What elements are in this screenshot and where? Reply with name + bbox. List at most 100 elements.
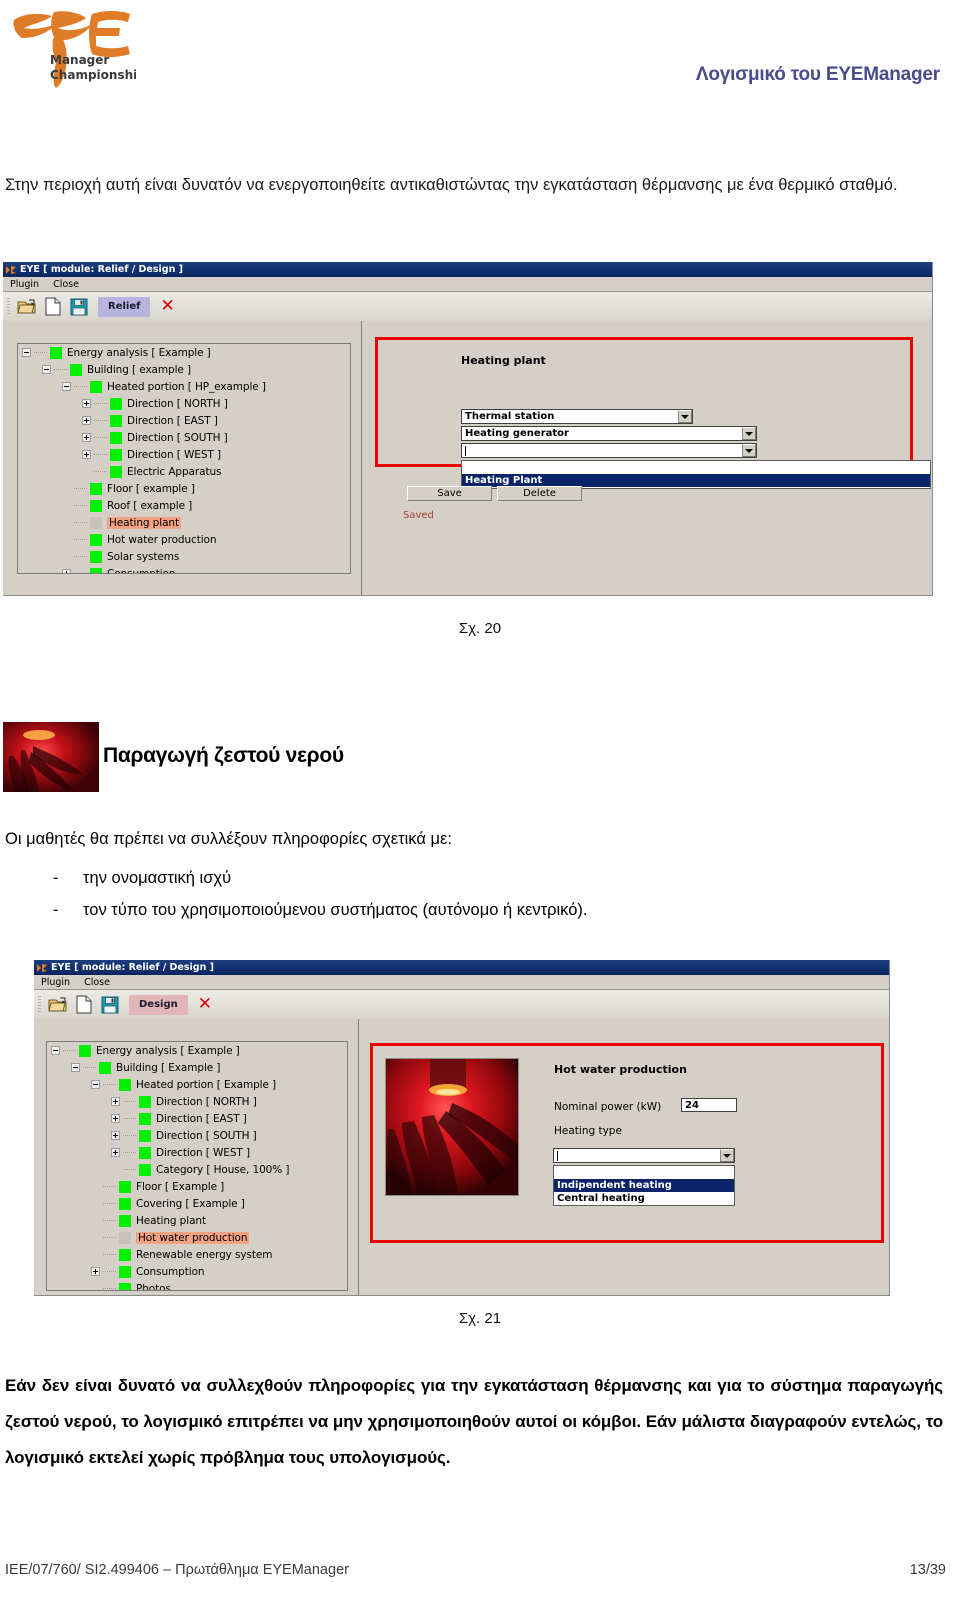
tree-node[interactable]: Energy analysis [ Example ]: [47, 1042, 347, 1059]
dropdown-list-1[interactable]: Heating Plant: [461, 460, 931, 489]
tree-expand-icon[interactable]: [82, 433, 91, 442]
dropdown-option-blank-2[interactable]: [554, 1166, 734, 1179]
tree-node[interactable]: Direction [ SOUTH ]: [47, 1127, 347, 1144]
tree-node-label[interactable]: Roof [ example ]: [107, 500, 192, 512]
tree-expand-icon[interactable]: [111, 1097, 120, 1106]
tree-node[interactable]: Consumption: [47, 1263, 347, 1280]
tree-expand-icon[interactable]: [111, 1131, 120, 1140]
tree-node[interactable]: Covering [ Example ]: [47, 1195, 347, 1212]
tree-node-label[interactable]: Consumption: [107, 568, 176, 574]
dropdown-list-2[interactable]: Indipendent heating Central heating: [553, 1165, 735, 1206]
tree-expand-icon[interactable]: [111, 1148, 120, 1157]
tree-node-label[interactable]: Heated portion [ Example ]: [136, 1079, 276, 1091]
red-x-icon[interactable]: ✕: [160, 298, 174, 315]
tree-node-label[interactable]: Hot water production: [136, 1231, 250, 1244]
tree-node-label[interactable]: Consumption: [136, 1266, 205, 1278]
tree-node-label[interactable]: Direction [ NORTH ]: [156, 1096, 257, 1108]
tree-node[interactable]: Heated portion [ Example ]: [47, 1076, 347, 1093]
tree-expand-icon[interactable]: [82, 450, 91, 459]
chevron-down-icon[interactable]: [720, 1149, 734, 1162]
tree-node[interactable]: Direction [ WEST ]: [18, 446, 350, 463]
tree-collapse-icon[interactable]: [51, 1046, 60, 1055]
toolbar-grip-2[interactable]: [38, 995, 41, 1014]
new-document-icon[interactable]: [73, 994, 95, 1016]
tree-node[interactable]: Heating plant: [18, 514, 350, 531]
tab-design[interactable]: Design: [129, 994, 188, 1015]
floppy-save-icon[interactable]: [68, 296, 90, 318]
tree-node[interactable]: Hot water production: [18, 531, 350, 548]
tree-node-label[interactable]: Energy analysis [ Example ]: [67, 347, 211, 359]
tree-expand-icon[interactable]: [62, 569, 71, 573]
tree-collapse-icon[interactable]: [22, 348, 31, 357]
tree-node[interactable]: Direction [ EAST ]: [18, 412, 350, 429]
tree-node[interactable]: Hot water production: [47, 1229, 347, 1246]
menu-item-plugin-2[interactable]: Plugin: [34, 977, 77, 988]
delete-button-1[interactable]: Delete: [497, 486, 582, 501]
tree-expand-icon[interactable]: [82, 416, 91, 425]
tree-node[interactable]: Photos: [47, 1280, 347, 1291]
tree-node[interactable]: Heated portion [ HP_example ]: [18, 378, 350, 395]
tree-node-label[interactable]: Building [ Example ]: [116, 1062, 220, 1074]
tree-node[interactable]: Floor [ example ]: [18, 480, 350, 497]
tree-node[interactable]: Solar systems: [18, 548, 350, 565]
chevron-down-icon[interactable]: [742, 444, 756, 457]
tree-expand-icon[interactable]: [91, 1267, 100, 1276]
tree-node-label[interactable]: Direction [ SOUTH ]: [156, 1130, 257, 1142]
combo-heating-type[interactable]: [553, 1148, 735, 1163]
tree-node-label[interactable]: Direction [ NORTH ]: [127, 398, 228, 410]
new-document-icon[interactable]: [42, 296, 64, 318]
tree-node[interactable]: Electric Apparatus: [18, 463, 350, 480]
tree-node-label[interactable]: Solar systems: [107, 551, 179, 563]
tree-node-label[interactable]: Direction [ EAST ]: [156, 1113, 247, 1125]
tree-node-label[interactable]: Hot water production: [107, 534, 217, 546]
combo-heating-generator[interactable]: Heating generator: [461, 426, 757, 441]
tree-node-label[interactable]: Category [ House, 100% ]: [156, 1164, 289, 1176]
tree-node[interactable]: Direction [ WEST ]: [47, 1144, 347, 1161]
chevron-down-icon[interactable]: [742, 427, 756, 440]
tree-node-label[interactable]: Energy analysis [ Example ]: [96, 1045, 240, 1057]
tree-node[interactable]: Direction [ EAST ]: [47, 1110, 347, 1127]
tree-node[interactable]: Energy analysis [ Example ]: [18, 344, 350, 361]
nominal-power-input[interactable]: 24: [681, 1098, 737, 1112]
combo-heating-plant-select[interactable]: [461, 443, 757, 458]
tree-node-label[interactable]: Floor [ example ]: [107, 483, 195, 495]
tree-node-label[interactable]: Heating plant: [107, 516, 181, 529]
tree-node-label[interactable]: Direction [ EAST ]: [127, 415, 218, 427]
dropdown-option-blank-1[interactable]: [462, 461, 930, 474]
tree-collapse-icon[interactable]: [91, 1080, 100, 1089]
tree-node[interactable]: Floor [ Example ]: [47, 1178, 347, 1195]
toolbar-grip-1[interactable]: [7, 297, 10, 316]
tree-collapse-icon[interactable]: [71, 1063, 80, 1072]
project-tree-1[interactable]: Energy analysis [ Example ] Building [ ex…: [17, 343, 351, 574]
floppy-save-icon[interactable]: [99, 994, 121, 1016]
tree-node[interactable]: Category [ House, 100% ]: [47, 1161, 347, 1178]
tree-node-label[interactable]: Photos: [136, 1283, 171, 1291]
menu-item-close-2[interactable]: Close: [77, 977, 117, 988]
tree-node[interactable]: Building [ example ]: [18, 361, 350, 378]
tree-node-label[interactable]: Direction [ WEST ]: [156, 1147, 250, 1159]
project-tree-2[interactable]: Energy analysis [ Example ] Building [ Ex…: [46, 1041, 348, 1291]
folder-open-icon[interactable]: [16, 296, 38, 318]
tree-expand-icon[interactable]: [111, 1114, 120, 1123]
tree-node[interactable]: Direction [ SOUTH ]: [18, 429, 350, 446]
tree-node[interactable]: Heating plant: [47, 1212, 347, 1229]
tree-node-label[interactable]: Heated portion [ HP_example ]: [107, 381, 266, 393]
tree-node-label[interactable]: Floor [ Example ]: [136, 1181, 224, 1193]
tree-node-label[interactable]: Direction [ SOUTH ]: [127, 432, 228, 444]
tree-node[interactable]: Direction [ NORTH ]: [47, 1093, 347, 1110]
tree-node[interactable]: Direction [ NORTH ]: [18, 395, 350, 412]
dropdown-option-indipendent-heating[interactable]: Indipendent heating: [554, 1179, 734, 1192]
tree-collapse-icon[interactable]: [42, 365, 51, 374]
tree-node[interactable]: Consumption: [18, 565, 350, 574]
tree-node[interactable]: Building [ Example ]: [47, 1059, 347, 1076]
tree-node-label[interactable]: Electric Apparatus: [127, 466, 221, 478]
chevron-down-icon[interactable]: [678, 410, 692, 423]
combo-thermal-station[interactable]: Thermal station: [461, 409, 693, 424]
tree-node[interactable]: Roof [ example ]: [18, 497, 350, 514]
tree-node-label[interactable]: Heating plant: [136, 1215, 206, 1227]
tree-node[interactable]: Renewable energy system: [47, 1246, 347, 1263]
tree-node-label[interactable]: Covering [ Example ]: [136, 1198, 245, 1210]
tree-expand-icon[interactable]: [82, 399, 91, 408]
tree-node-label[interactable]: Renewable energy system: [136, 1249, 272, 1261]
tab-relief[interactable]: Relief: [98, 296, 151, 317]
